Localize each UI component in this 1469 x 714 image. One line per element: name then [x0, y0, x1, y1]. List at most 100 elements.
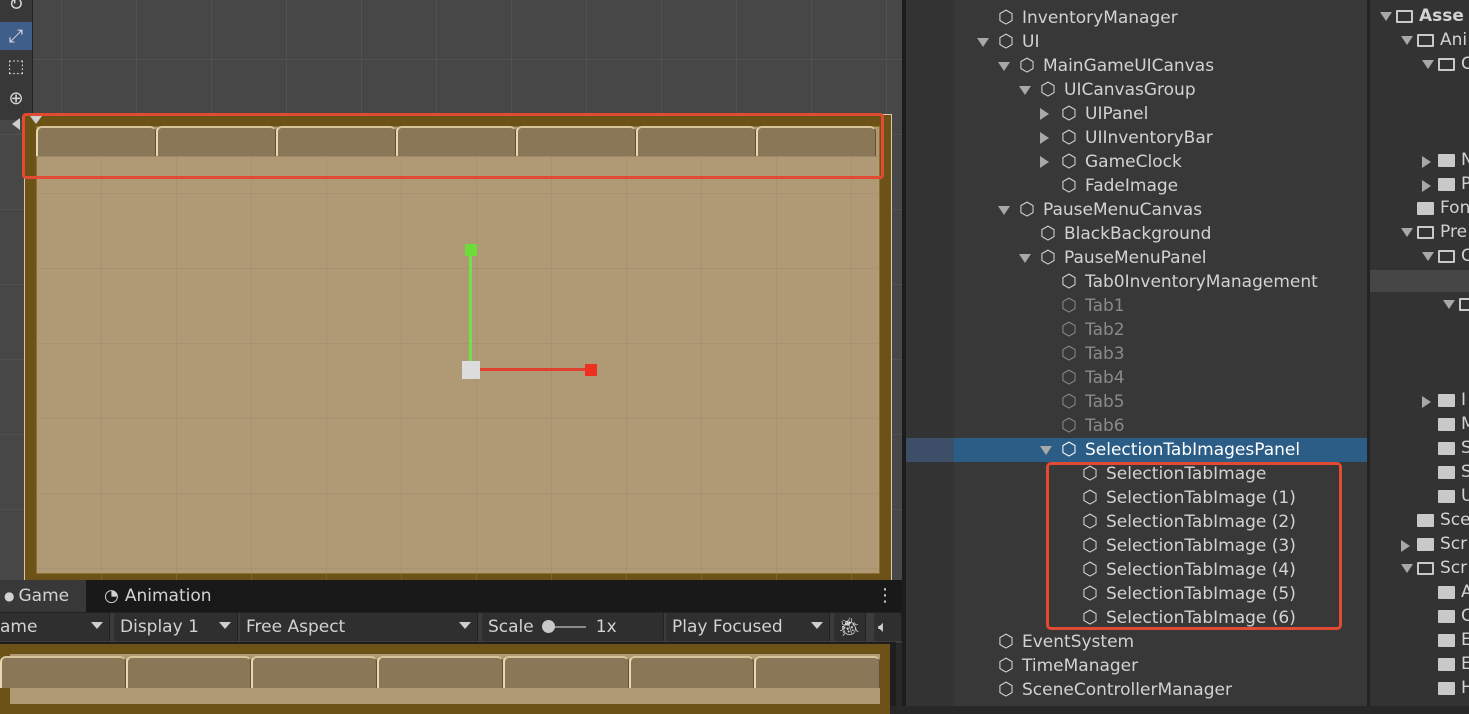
collapse-arrow-icon[interactable]: [1422, 179, 1432, 192]
hierarchy-item[interactable]: ⬡ GameClock: [906, 150, 1367, 174]
anchor-left-icon[interactable]: [12, 118, 20, 130]
selection-tab-image[interactable]: [125, 656, 252, 688]
more-options-icon[interactable]: ⋮: [876, 586, 894, 606]
expand-arrow-icon[interactable]: [998, 62, 1010, 71]
gizmo-y-axis[interactable]: [469, 252, 472, 370]
project-folder-item[interactable]: I: [1422, 388, 1466, 412]
selection-tab-image[interactable]: [628, 656, 755, 688]
expand-arrow-icon[interactable]: [1040, 446, 1052, 455]
hierarchy-item[interactable]: ⬡ Tab0InventoryManagement: [906, 270, 1367, 294]
transform-tool-icon[interactable]: ⊕: [0, 84, 32, 112]
project-folder-item[interactable]: Pre: [1401, 220, 1467, 244]
project-folder-item[interactable]: [1464, 340, 1469, 364]
selection-tab-image[interactable]: [754, 656, 881, 688]
hierarchy-item[interactable]: ⬡ Tab5: [906, 390, 1367, 414]
expand-arrow-icon[interactable]: [1019, 86, 1031, 95]
expand-arrow-icon[interactable]: [1422, 251, 1434, 261]
collapse-arrow-icon[interactable]: [1040, 108, 1049, 120]
hierarchy-item[interactable]: ⬡ FadeImage: [906, 174, 1367, 198]
project-folder-item[interactable]: H: [1422, 676, 1469, 700]
hierarchy-item[interactable]: ⬡ Tab6: [906, 414, 1367, 438]
scale-slider[interactable]: [541, 620, 586, 633]
expand-arrow-icon[interactable]: [1380, 11, 1392, 21]
anchor-top-icon[interactable]: [30, 116, 42, 124]
play-mode-dropdown[interactable]: Play Focused: [666, 613, 830, 641]
hierarchy-item[interactable]: ⬡ Tab4: [906, 366, 1367, 390]
project-folder-item[interactable]: Sce: [1401, 508, 1469, 532]
expand-arrow-icon[interactable]: [1401, 563, 1413, 573]
selection-tab-image[interactable]: [251, 656, 378, 688]
display-dropdown[interactable]: Display 1: [114, 613, 238, 641]
hierarchy-item[interactable]: ⬡ Tab1: [906, 294, 1367, 318]
selection-tab-image[interactable]: [377, 656, 503, 688]
hierarchy-item[interactable]: ⬡ SelectionTabImagesPanel: [906, 438, 1367, 462]
selection-tab-image[interactable]: [502, 656, 629, 688]
tab-game[interactable]: ● Game: [0, 580, 86, 612]
audio-icon[interactable]: 🔈︎: [874, 613, 902, 641]
collapse-arrow-icon[interactable]: [1040, 156, 1049, 168]
hierarchy-item[interactable]: ⬡ TimeManager: [906, 654, 1367, 678]
bug-icon[interactable]: 🐞︎: [834, 613, 866, 641]
expand-arrow-icon[interactable]: [1401, 35, 1413, 45]
tab-animation[interactable]: ◔ Animation: [98, 580, 218, 612]
collapse-arrow-icon[interactable]: [1422, 395, 1432, 408]
project-folder-item[interactable]: E: [1422, 652, 1469, 676]
project-folder-item[interactable]: A: [1422, 580, 1469, 604]
hierarchy-item[interactable]: ⬡ PauseMenuCanvas: [906, 198, 1367, 222]
hierarchy-item[interactable]: ⬡ Tab3: [906, 342, 1367, 366]
project-folder-item[interactable]: U: [1422, 484, 1469, 508]
project-folder-item[interactable]: [1464, 364, 1469, 388]
project-folder-item[interactable]: [1464, 124, 1469, 148]
expand-arrow-icon[interactable]: [1422, 59, 1434, 69]
project-folder-item[interactable]: Fon: [1401, 196, 1469, 220]
project-folder-item[interactable]: Ani: [1401, 28, 1467, 52]
gizmo-x-handle[interactable]: [585, 364, 597, 376]
aspect-dropdown[interactable]: Free Aspect: [240, 613, 478, 641]
scale-tool-icon[interactable]: ⤢: [0, 22, 32, 50]
project-folder-item[interactable]: [1464, 100, 1469, 124]
project-folder-item[interactable]: P: [1422, 172, 1469, 196]
hierarchy-item[interactable]: ⬡ EventSystem: [906, 630, 1367, 654]
scale-slider-group[interactable]: Scale 1x: [482, 613, 664, 641]
hierarchy-item[interactable]: ⬡ UIInventoryBar: [906, 126, 1367, 150]
project-folder-item[interactable]: Asse: [1380, 4, 1464, 28]
project-folder-item[interactable]: E: [1422, 628, 1469, 652]
rotate-tool-icon[interactable]: ↻: [0, 0, 32, 18]
hierarchy-item[interactable]: ⬡ UI: [906, 30, 1367, 54]
collapse-arrow-icon[interactable]: [1422, 155, 1432, 168]
project-folder-item[interactable]: [1464, 316, 1469, 340]
expand-arrow-icon[interactable]: [977, 38, 989, 47]
hierarchy-item[interactable]: ⬡ InventoryManager: [906, 6, 1367, 30]
hierarchy-item[interactable]: ⬡ UIPanel: [906, 102, 1367, 126]
hierarchy-item[interactable]: ⬡ SceneControllerManager: [906, 678, 1367, 702]
project-folder-item[interactable]: C: [1422, 604, 1469, 628]
project-folder-item[interactable]: M: [1422, 412, 1469, 436]
project-folder-item[interactable]: [1464, 76, 1469, 100]
rect-tool-icon[interactable]: ⬚: [0, 52, 32, 80]
project-folder-item[interactable]: [1443, 292, 1469, 316]
collapse-arrow-icon[interactable]: [1401, 539, 1411, 552]
project-folder-item[interactable]: S: [1422, 436, 1469, 460]
hierarchy-item[interactable]: ⬡ PauseMenuPanel: [906, 246, 1367, 270]
hierarchy-item[interactable]: ⬡ UICanvasGroup: [906, 78, 1367, 102]
project-folder-item[interactable]: Scr: [1401, 556, 1467, 580]
gizmo-x-axis[interactable]: [470, 368, 588, 371]
hierarchy-item[interactable]: ⬡ Tab2: [906, 318, 1367, 342]
expand-arrow-icon[interactable]: [998, 206, 1010, 215]
hierarchy-item[interactable]: ⬡ BlackBackground: [906, 222, 1367, 246]
collapse-arrow-icon[interactable]: [1040, 132, 1049, 144]
expand-arrow-icon[interactable]: [1019, 254, 1031, 263]
hierarchy-item[interactable]: ⬡ MainGameUICanvas: [906, 54, 1367, 78]
project-folder-item[interactable]: Scr: [1401, 532, 1467, 556]
project-folder-item[interactable]: C: [1422, 244, 1469, 268]
project-folder-item[interactable]: C: [1422, 52, 1469, 76]
project-folder-item[interactable]: [1464, 268, 1469, 292]
expand-arrow-icon[interactable]: [1443, 299, 1455, 309]
project-folder-item[interactable]: N: [1422, 148, 1469, 172]
game-mode-dropdown[interactable]: ame: [0, 613, 110, 641]
project-folder-item[interactable]: S: [1422, 460, 1469, 484]
scale-slider-thumb[interactable]: [541, 620, 555, 633]
expand-arrow-icon[interactable]: [1401, 227, 1413, 237]
gizmo-y-handle[interactable]: [465, 244, 477, 256]
selection-tab-image[interactable]: [0, 656, 126, 688]
